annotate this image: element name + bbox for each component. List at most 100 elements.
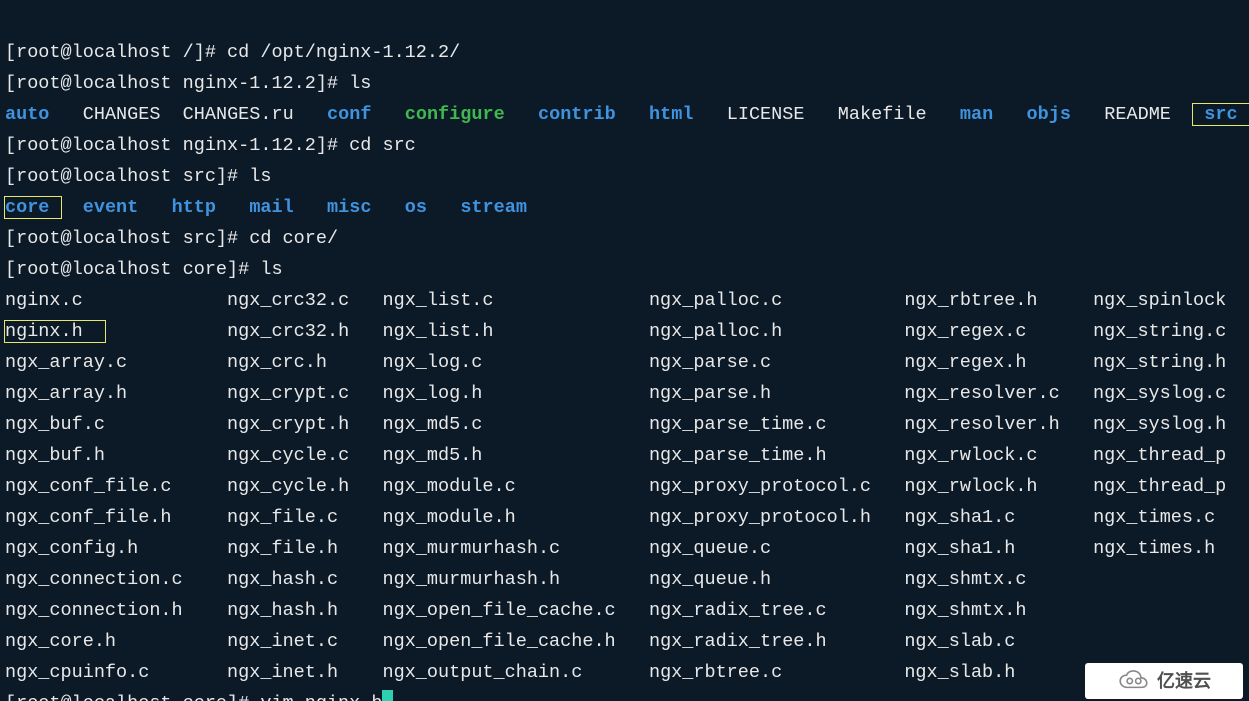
file-entry: ngx_file.h — [227, 538, 338, 559]
file-entry: CHANGES — [83, 104, 161, 125]
dir-entry-highlighted: src — [1193, 104, 1249, 125]
file-entry: ngx_file.c — [227, 507, 338, 528]
file-entry: ngx_queue.h — [649, 569, 771, 590]
file-entry: ngx_sha1.c — [904, 507, 1015, 528]
file-entry: ngx_open_file_cache.h — [383, 631, 616, 652]
file-entry: ngx_cycle.c — [227, 445, 349, 466]
file-entry-highlighted: nginx.h — [5, 321, 105, 342]
file-entry: ngx_times.h — [1093, 538, 1215, 559]
file-entry: ngx_parse.c — [649, 352, 771, 373]
prompt: [root@localhost src]# — [5, 166, 249, 187]
file-entry: ngx_resolver.c — [904, 383, 1059, 404]
watermark-badge: 亿速云 — [1085, 663, 1243, 699]
file-entry: ngx_connection.c — [5, 569, 183, 590]
file-entry: nginx.c — [5, 290, 83, 311]
file-entry: ngx_log.h — [382, 383, 482, 404]
dir-entry: conf — [327, 104, 371, 125]
command: cd core/ — [249, 228, 338, 249]
dir-entry: misc — [327, 197, 371, 218]
command: ls — [349, 73, 371, 94]
file-entry: ngx_proxy_protocol.c — [649, 476, 871, 497]
file-entry: ngx_string.h — [1093, 352, 1226, 373]
file-entry: ngx_hash.h — [227, 600, 338, 621]
watermark-text: 亿速云 — [1157, 666, 1211, 697]
file-entry: ngx_open_file_cache.c — [383, 600, 616, 621]
file-entry: ngx_slab.c — [904, 631, 1015, 652]
file-entry: ngx_parse.h — [649, 383, 771, 404]
file-entry: ngx_shmtx.c — [904, 569, 1026, 590]
file-entry: ngx_core.h — [5, 631, 116, 652]
file-entry: ngx_inet.h — [227, 662, 338, 683]
command-current[interactable]: vim nginx.h — [260, 693, 382, 701]
prompt: [root@localhost /]# — [5, 42, 227, 63]
dir-entry-highlighted: core — [5, 197, 61, 218]
file-entry: ngx_regex.h — [904, 352, 1026, 373]
file-entry: ngx_murmurhash.c — [383, 538, 561, 559]
dir-entry: http — [172, 197, 216, 218]
dir-entry: event — [83, 197, 139, 218]
file-entry: ngx_rwlock.c — [904, 445, 1037, 466]
file-entry: ngx_config.h — [5, 538, 138, 559]
file-entry: ngx_palloc.h — [649, 321, 782, 342]
file-entry: Makefile — [838, 104, 927, 125]
prompt: [root@localhost core]# — [5, 259, 260, 280]
file-entry: ngx_crypt.c — [227, 383, 349, 404]
file-entry: ngx_cycle.h — [227, 476, 349, 497]
file-entry: ngx_inet.c — [227, 631, 338, 652]
cloud-icon — [1117, 670, 1151, 692]
file-entry: ngx_list.c — [382, 290, 493, 311]
file-entry: ngx_parse_time.h — [649, 445, 827, 466]
dir-entry: html — [649, 104, 693, 125]
dir-entry: man — [960, 104, 993, 125]
file-entry: ngx_spinlock — [1093, 290, 1226, 311]
file-entry: ngx_syslog.c — [1093, 383, 1226, 404]
file-entry: ngx_syslog.h — [1093, 414, 1226, 435]
cursor-icon — [382, 690, 393, 701]
command: ls — [249, 166, 271, 187]
file-entry: ngx_connection.h — [5, 600, 183, 621]
file-entry: ngx_parse_time.c — [649, 414, 827, 435]
prompt: [root@localhost nginx-1.12.2]# — [5, 135, 349, 156]
exe-entry: configure — [405, 104, 505, 125]
command: cd src — [349, 135, 416, 156]
file-entry: README — [1104, 104, 1171, 125]
file-entry: ngx_list.h — [383, 321, 494, 342]
file-entry: ngx_buf.c — [5, 414, 105, 435]
file-entry: ngx_crc.h — [227, 352, 327, 373]
file-entry: ngx_module.h — [383, 507, 516, 528]
file-entry: ngx_slab.h — [904, 662, 1015, 683]
file-entry: ngx_conf_file.h — [5, 507, 172, 528]
command: ls — [260, 259, 282, 280]
file-entry: ngx_resolver.h — [904, 414, 1059, 435]
file-entry: ngx_thread_p — [1093, 476, 1226, 497]
file-entry: ngx_murmurhash.h — [383, 569, 561, 590]
file-entry: ngx_rwlock.h — [904, 476, 1037, 497]
dir-entry: stream — [460, 197, 527, 218]
prompt: [root@localhost src]# — [5, 228, 249, 249]
file-entry: ngx_md5.h — [382, 445, 482, 466]
file-entry: ngx_array.c — [5, 352, 127, 373]
file-entry: ngx_cpuinfo.c — [5, 662, 149, 683]
prompt: [root@localhost nginx-1.12.2]# — [5, 73, 349, 94]
dir-entry: mail — [249, 197, 293, 218]
file-entry: ngx_md5.c — [382, 414, 482, 435]
dir-entry: objs — [1027, 104, 1071, 125]
file-entry: ngx_regex.c — [904, 321, 1026, 342]
file-entry: LICENSE — [727, 104, 805, 125]
terminal-output[interactable]: [root@localhost /]# cd /opt/nginx-1.12.2… — [5, 6, 1249, 701]
file-entry: ngx_proxy_protocol.h — [649, 507, 871, 528]
file-entry: ngx_buf.h — [5, 445, 105, 466]
file-entry: ngx_array.h — [5, 383, 127, 404]
file-entry: ngx_module.c — [382, 476, 515, 497]
file-entry: ngx_sha1.h — [904, 538, 1015, 559]
dir-entry: os — [405, 197, 427, 218]
file-entry: ngx_radix_tree.h — [649, 631, 827, 652]
dir-entry: auto — [5, 104, 49, 125]
file-entry: ngx_output_chain.c — [383, 662, 583, 683]
file-entry: ngx_crc32.c — [227, 290, 349, 311]
file-entry: ngx_log.c — [382, 352, 482, 373]
command: cd /opt/nginx-1.12.2/ — [227, 42, 460, 63]
file-entry: ngx_rbtree.h — [904, 290, 1037, 311]
file-entry: ngx_radix_tree.c — [649, 600, 827, 621]
file-entry: ngx_palloc.c — [649, 290, 782, 311]
